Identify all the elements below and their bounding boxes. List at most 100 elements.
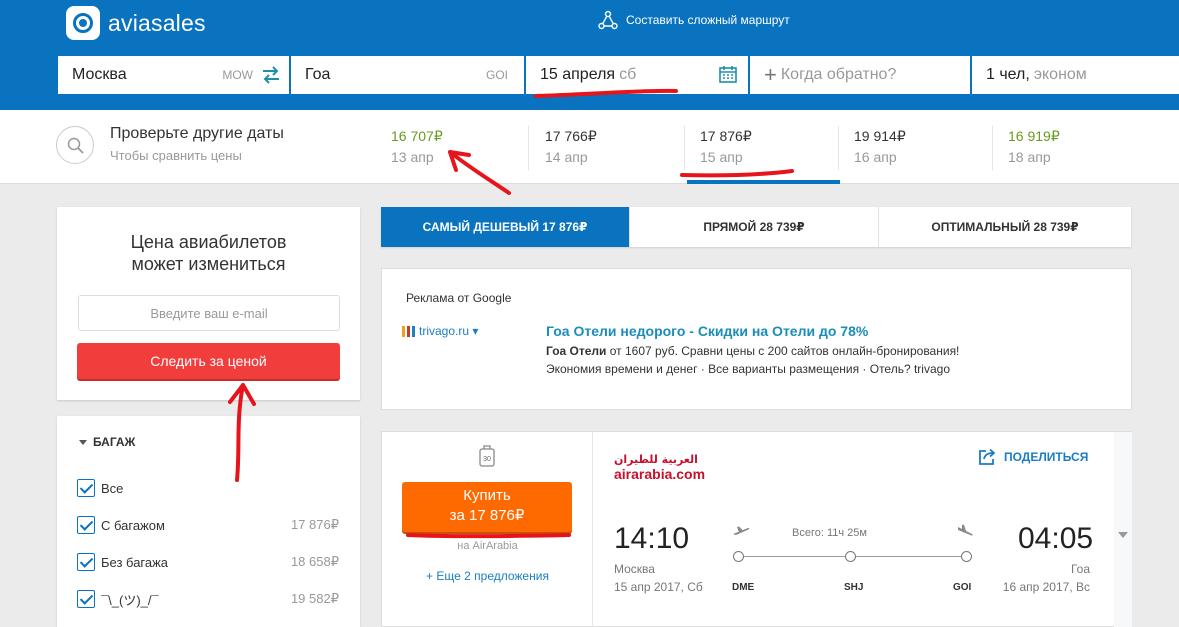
date-label: 15 апр [700,149,743,165]
logo-text: aviasales [108,9,206,36]
date-price: 19 914₽ [854,128,906,144]
departure-city: Москва [614,562,655,576]
price-alert-card: Цена авиабилетов может измениться Следит… [57,207,360,400]
search-icon [67,137,84,154]
swap-icon[interactable] [261,65,281,85]
destination-city: Гоа [305,66,331,83]
tab-cheapest[interactable]: САМЫЙ ДЕШЕВЫЙ 17 876₽ [381,207,630,247]
ad-text: от 1607 руб. Сравни цены с 200 сайтов он… [606,344,960,358]
arrival-city: Гоа [1070,562,1090,576]
passenger-count: 1 чел, [986,66,1030,83]
ticket-price-column: 30 Купить за 17 876₽ на AirArabia + Еще … [382,432,593,627]
destination-field[interactable]: Гоа GOI [291,56,526,94]
date-option-16[interactable]: 19 914₽ 16 апр [854,128,906,165]
takeoff-plane-icon [733,526,750,535]
buy-price: за 17 876₽ [449,507,525,524]
other-dates-subtitle: Чтобы сравнить цены [110,148,242,163]
tab-optimal[interactable]: ОПТИМАЛЬНЫЙ 28 739₽ [879,207,1131,247]
ad-label: Реклама от Google [406,291,512,305]
complex-route-link[interactable]: Составить сложный маршрут [598,10,790,30]
date-price: 17 766₽ [545,128,597,144]
google-ad: Реклама от Google trivago.ru ▾ Гоа Отели… [381,268,1132,410]
other-dates-strip: Проверьте другие даты Чтобы сравнить цен… [0,110,1179,184]
route-point-goi [961,551,972,562]
plus-icon: + [764,62,777,87]
share-icon [979,448,996,465]
return-date-field[interactable]: + Когда обратно? [750,56,972,94]
filter-option-with-baggage[interactable]: С багажом 17 876₽ [77,515,339,535]
checkbox-checked-icon[interactable] [77,479,95,497]
filter-label: С багажом [101,517,165,533]
total-duration: Всего: 11ч 25м [792,527,867,539]
arrival-time: 04:05 [1018,522,1094,555]
filter-option-all[interactable]: Все [77,478,339,498]
origin-city: Москва [72,66,127,83]
destination-code: GOI [485,68,508,82]
airline-logo-arabic: العربية للطيران [614,453,698,466]
checkbox-checked-icon[interactable] [77,516,95,534]
buy-label: Купить [463,487,511,504]
baggage-filter-header[interactable]: БАГАЖ [79,435,135,449]
date-option-13[interactable]: 16 707₽ 13 апр [391,128,443,165]
date-option-15[interactable]: 17 876₽ 15 апр [700,128,752,165]
search-dates-button[interactable] [56,126,94,164]
route-point-dme [733,551,744,562]
ad-source-link[interactable]: trivago.ru ▾ [402,324,478,338]
more-offers-link[interactable]: + Еще 2 предложения [382,569,593,583]
price-alert-title-line1: Цена авиабилетов [130,232,287,252]
depart-date: 15 апреля [540,66,616,83]
ad-description-1: Гоа Отели от 1607 руб. Сравни цены с 200… [546,344,959,358]
email-input[interactable] [78,295,340,331]
divider [684,126,685,170]
other-dates-title: Проверьте другие даты [110,125,284,142]
route-point-shj [845,551,856,562]
expand-arrow-icon[interactable] [1118,532,1128,538]
date-option-18[interactable]: 16 919₽ 18 апр [1008,128,1060,165]
airline-logo-text: airarabia.com [614,466,706,482]
sort-tabs: САМЫЙ ДЕШЕВЫЙ 17 876₽ ПРЯМОЙ 28 739₽ ОПТ… [381,207,1131,247]
filter-label: Без багажа [101,554,169,570]
baggage-icon: 30 [479,445,495,467]
share-label: ПОДЕЛИТЬСЯ [1004,450,1089,464]
ticket-expand-strip[interactable] [1114,432,1132,627]
airport-code: DME [732,582,755,593]
filter-price: 17 876₽ [290,517,339,532]
date-label: 18 апр [1008,149,1051,165]
buy-button[interactable]: Купить за 17 876₽ [402,482,572,532]
date-label: 14 апр [545,149,588,165]
checkbox-checked-icon[interactable] [77,590,95,608]
seller-label: на AirArabia [457,540,518,552]
origin-field[interactable]: Москва MOW [58,56,291,94]
selected-date-indicator [687,180,840,184]
share-button[interactable]: ПОДЕЛИТЬСЯ [978,448,1088,466]
price-alert-title-line2: может измениться [131,254,286,274]
baggage-filter-title: БАГАЖ [93,435,136,449]
divider [528,126,529,170]
tab-direct[interactable]: ПРЯМОЙ 28 739₽ [630,207,879,247]
filter-option-no-baggage[interactable]: Без багажа 18 658₽ [77,552,339,572]
calendar-icon[interactable] [718,64,738,84]
route-icon [598,10,618,30]
date-option-14[interactable]: 17 766₽ 14 апр [545,128,597,165]
depart-date-field[interactable]: 15 апреля сб [526,56,750,94]
airport-code: GOI [953,582,972,593]
filter-option-unknown[interactable]: ¯\_(ツ)_/¯ 19 582₽ [77,589,339,609]
passengers-field[interactable]: 1 чел, эконом [972,56,1179,94]
ad-bold-text: Гоа Отели [546,344,607,358]
price-alert-title: Цена авиабилетов может измениться [57,231,360,275]
airport-code: SHJ [844,582,864,593]
ad-title-link[interactable]: Гоа Отели недорого - Скидки на Отели до … [546,323,868,339]
checkbox-checked-icon[interactable] [77,553,95,571]
track-price-button[interactable]: Следить за ценой [77,343,340,379]
baggage-filter: БАГАЖ Все С багажом 17 876₽ Без багажа 1… [57,416,360,627]
ad-description-2: Экономия времени и денег · Все варианты … [546,362,950,376]
complex-route-label: Составить сложный маршрут [626,13,790,27]
search-bar: Москва MOW Гоа GOI 15 апреля сб + Когда … [58,56,1179,94]
logo[interactable]: aviasales [66,6,206,40]
airline-logo: العربية للطيران airarabia.com [614,453,724,483]
ticket-card: 30 Купить за 17 876₽ на AirArabia + Еще … [381,431,1132,627]
svg-text:30: 30 [483,456,491,463]
collapse-triangle-icon [79,439,87,445]
date-price: 17 876₽ [700,128,752,144]
date-price: 16 707₽ [391,128,443,144]
